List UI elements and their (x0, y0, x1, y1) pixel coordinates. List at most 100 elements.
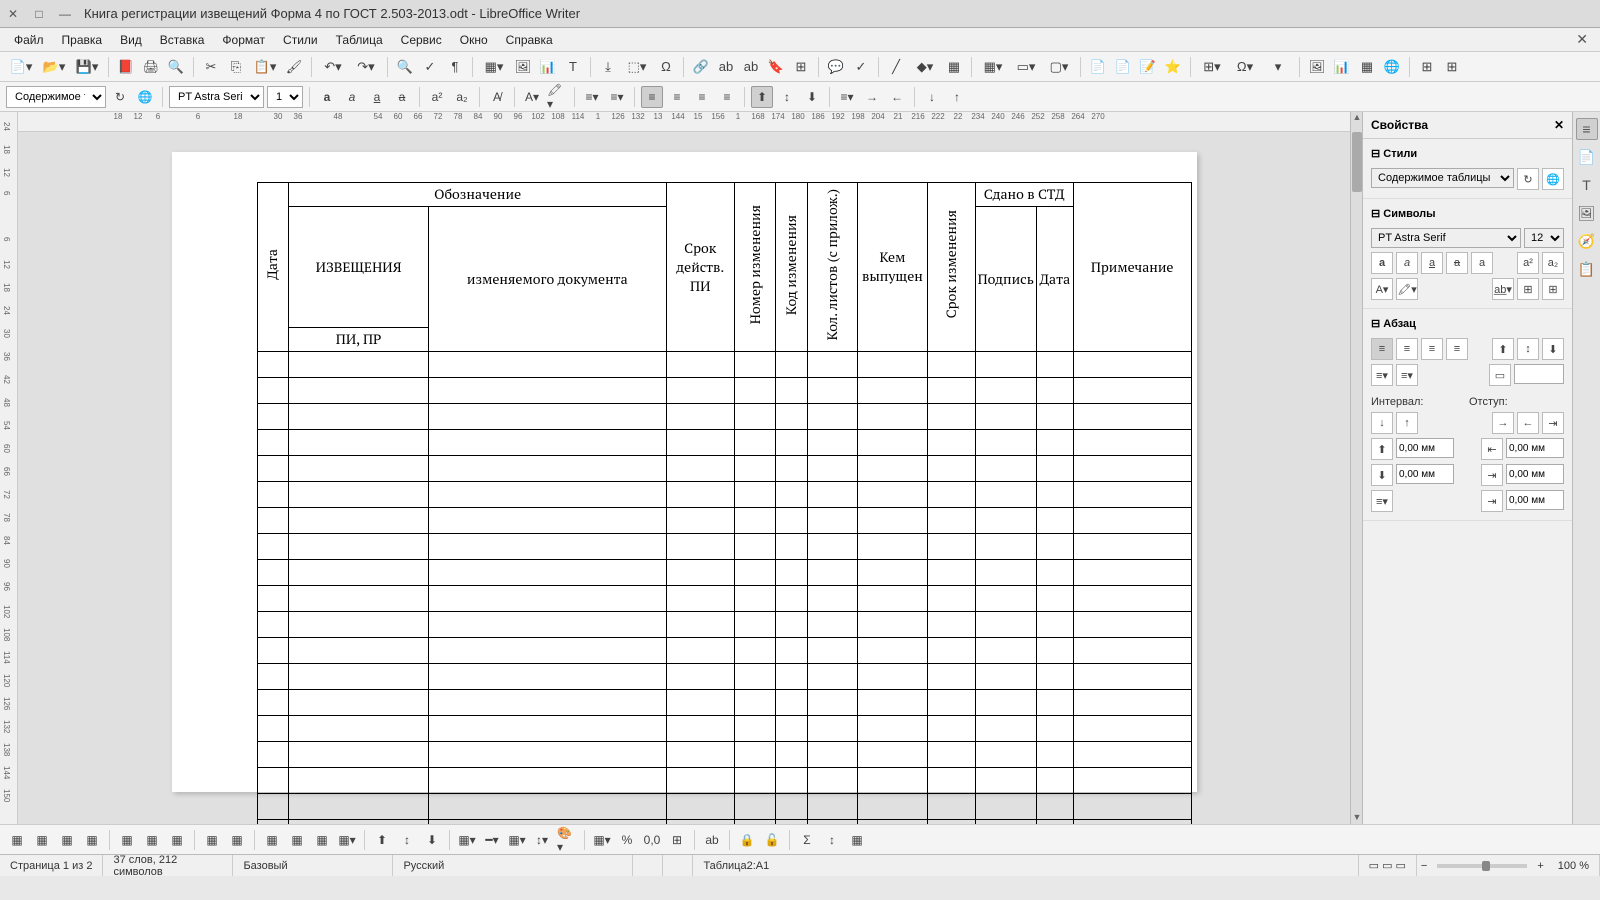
style-select[interactable]: Содержимое таблицы (1371, 168, 1514, 188)
table-cell[interactable] (1036, 352, 1073, 378)
table-cell[interactable] (1036, 430, 1073, 456)
table-cell[interactable] (808, 404, 858, 430)
table-cell[interactable] (257, 742, 289, 768)
table-cell[interactable] (808, 742, 858, 768)
table-cell[interactable] (857, 586, 927, 612)
zoom-out-icon[interactable]: − (1417, 860, 1431, 872)
table-cell[interactable] (289, 404, 428, 430)
table-cell[interactable] (927, 482, 975, 508)
table-cell[interactable] (808, 716, 858, 742)
table-cell[interactable] (808, 794, 858, 820)
nonprint-icon[interactable]: ¶ (444, 56, 466, 78)
table-cell[interactable] (857, 560, 927, 586)
table-cell[interactable] (734, 716, 776, 742)
table-cell[interactable] (257, 508, 289, 534)
optimize-icon[interactable]: ▦▾ (336, 829, 358, 851)
zoom-slider[interactable] (1437, 864, 1527, 868)
table-row[interactable] (257, 508, 1191, 534)
indent-dec-icon[interactable]: ← (1517, 412, 1539, 434)
menu-format[interactable]: Формат (214, 31, 273, 49)
table-cell[interactable] (666, 586, 734, 612)
table-cell[interactable] (257, 482, 289, 508)
th-pipr[interactable]: ПИ, ПР (289, 328, 428, 352)
italic-icon[interactable]: a (341, 86, 363, 108)
table-row[interactable] (257, 404, 1191, 430)
doc1-icon[interactable]: 📄 (1087, 56, 1109, 78)
table-cell[interactable] (975, 404, 1036, 430)
table-cell[interactable] (666, 716, 734, 742)
valign-bot-icon[interactable]: ⬇ (1542, 338, 1564, 360)
selection-mode[interactable] (663, 855, 693, 876)
menu-table[interactable]: Таблица (328, 31, 391, 49)
merge-cells-icon[interactable]: ▦ (261, 829, 283, 851)
table-cell[interactable] (1073, 742, 1191, 768)
word-count[interactable]: 37 слов, 212 символов (103, 855, 233, 876)
table-cell[interactable] (927, 534, 975, 560)
table-row[interactable] (257, 638, 1191, 664)
table-cell[interactable] (857, 352, 927, 378)
align-right-icon[interactable]: ≡ (691, 86, 713, 108)
table-cell[interactable] (808, 664, 858, 690)
cell-ref[interactable]: Таблица2:A1 (693, 855, 1358, 876)
table-cell[interactable] (776, 534, 808, 560)
th-data2[interactable]: Дата (1036, 207, 1073, 352)
table-cell[interactable] (1073, 794, 1191, 820)
th-kol[interactable]: Кол. листов (с прилож.) (808, 183, 858, 352)
table-cell[interactable] (289, 794, 428, 820)
table-cell[interactable] (734, 586, 776, 612)
table-cell[interactable] (666, 664, 734, 690)
img3-icon[interactable]: ▦ (1356, 56, 1378, 78)
table-cell[interactable] (1073, 612, 1191, 638)
table-cell[interactable] (776, 586, 808, 612)
table-cell[interactable] (428, 612, 666, 638)
table-cell[interactable] (734, 638, 776, 664)
indent-inc-icon[interactable]: → (861, 86, 883, 108)
th-podpis[interactable]: Подпись (975, 207, 1036, 352)
autoformat-icon[interactable]: ▦▾ (591, 829, 613, 851)
split-table-icon[interactable]: ▦ (311, 829, 333, 851)
valign-top-icon[interactable]: ⬆ (1492, 338, 1514, 360)
indent-first-icon[interactable]: ⇥ (1481, 490, 1503, 512)
table-cell[interactable] (289, 742, 428, 768)
para-inc-icon[interactable]: ↓ (921, 86, 943, 108)
table-cell[interactable] (1036, 664, 1073, 690)
close-doc-icon[interactable]: ✕ (1570, 31, 1594, 48)
table-cell[interactable] (289, 586, 428, 612)
table-cell[interactable] (857, 378, 927, 404)
line-spacing-icon[interactable]: ≡▾ (1371, 490, 1393, 512)
table-cell[interactable] (857, 456, 927, 482)
table-cell[interactable] (776, 404, 808, 430)
menu-insert[interactable]: Вставка (152, 31, 213, 49)
insert-table-icon[interactable]: ▦▾ (479, 56, 509, 78)
table-cell[interactable] (734, 768, 776, 794)
indent-inc-icon[interactable]: → (1492, 412, 1514, 434)
table-cell[interactable] (1073, 508, 1191, 534)
table-cell[interactable] (289, 456, 428, 482)
table-cell[interactable] (666, 430, 734, 456)
table-cell[interactable] (1036, 820, 1073, 824)
indent-first-input[interactable]: 0,00 мм (1506, 490, 1564, 510)
table-cell[interactable] (666, 638, 734, 664)
menu-file[interactable]: Файл (6, 31, 52, 49)
align-center-icon[interactable]: ≡ (666, 86, 688, 108)
table-cell[interactable] (1036, 560, 1073, 586)
spacing-bottom-input[interactable]: 0,00 мм (1396, 464, 1454, 484)
table-cell[interactable] (808, 456, 858, 482)
insert-mode[interactable] (633, 855, 663, 876)
new-icon[interactable]: 📄▾ (6, 56, 36, 78)
table-cell[interactable] (1036, 638, 1073, 664)
table-cell[interactable] (289, 430, 428, 456)
properties-tab-icon[interactable]: ≡ (1576, 118, 1598, 140)
table-cell[interactable] (1036, 586, 1073, 612)
table-cell[interactable] (776, 690, 808, 716)
table-cell[interactable] (257, 690, 289, 716)
select-cell-icon[interactable]: ▦ (201, 829, 223, 851)
table-cell[interactable] (666, 742, 734, 768)
table-cell[interactable] (428, 508, 666, 534)
table-cell[interactable] (808, 768, 858, 794)
table-cell[interactable] (734, 456, 776, 482)
page-style[interactable]: Базовый (233, 855, 393, 876)
bg-color-icon[interactable]: ▭ (1489, 364, 1511, 386)
table-cell[interactable] (257, 560, 289, 586)
table-cell[interactable] (1073, 482, 1191, 508)
